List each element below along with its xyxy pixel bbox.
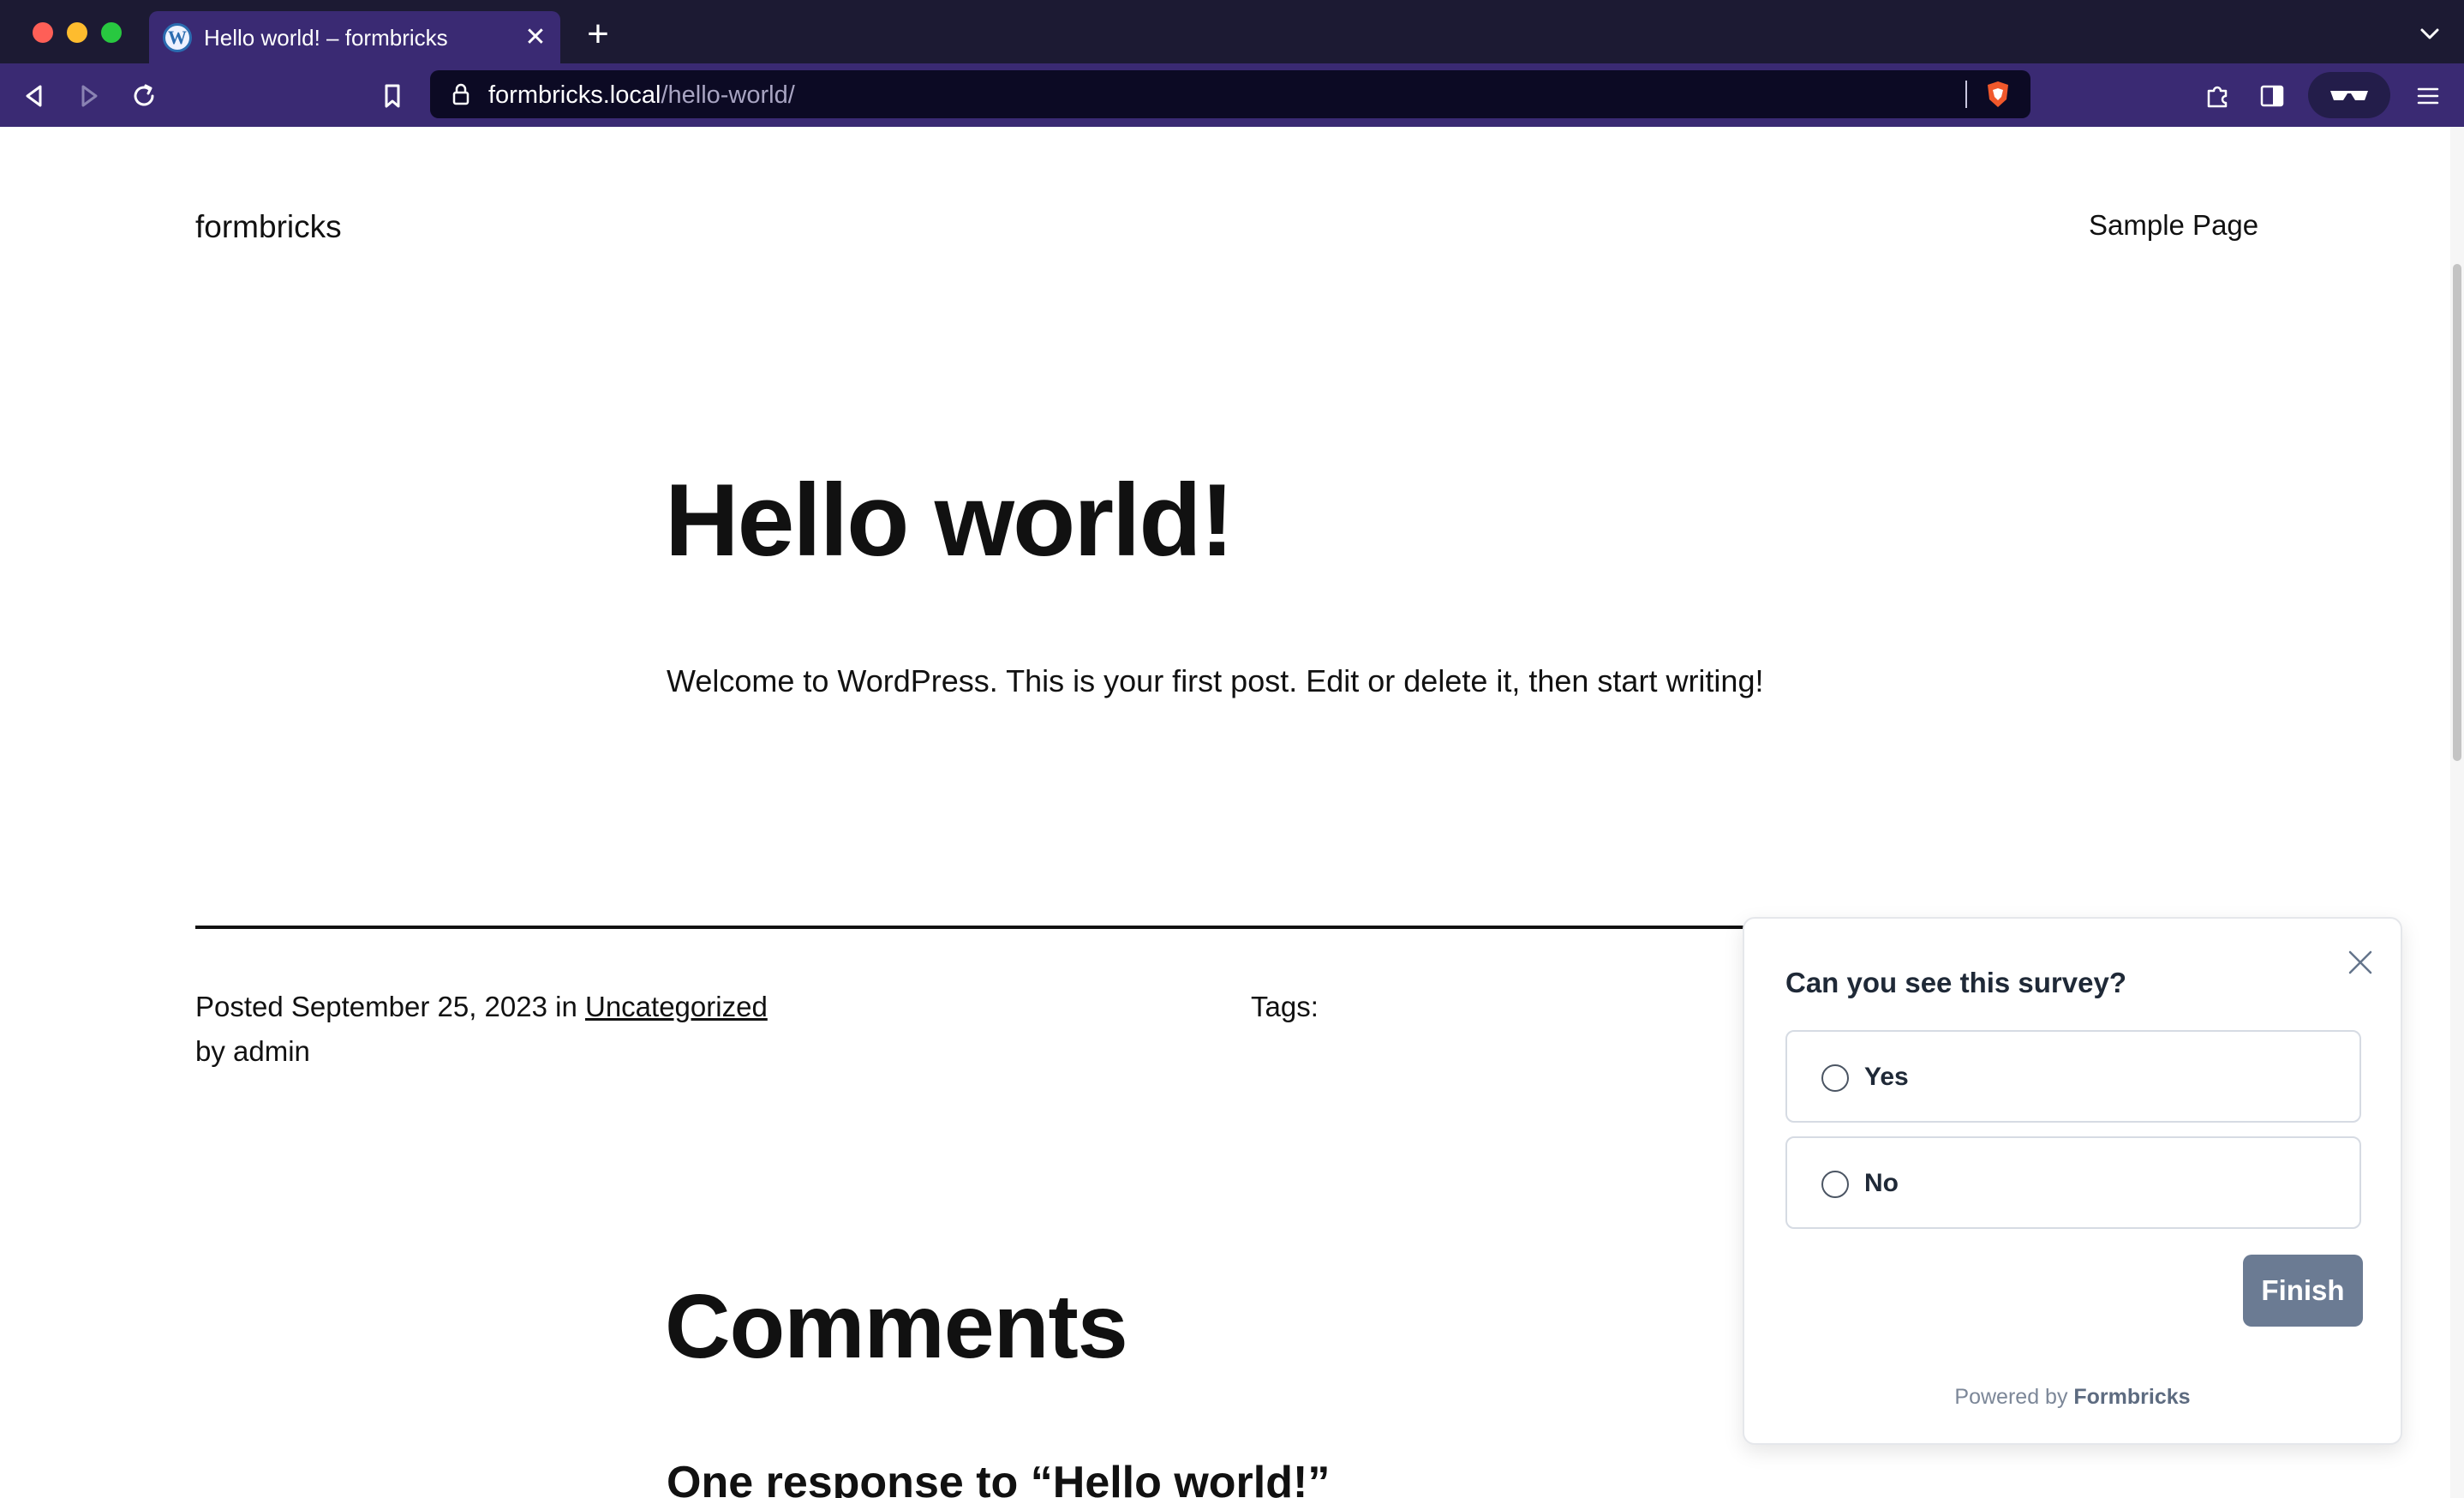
new-tab-button[interactable]: + xyxy=(581,15,615,53)
tab-close-icon[interactable]: ✕ xyxy=(521,23,550,52)
choice-label: No xyxy=(1864,1169,1899,1197)
bookmark-icon[interactable] xyxy=(375,79,410,113)
post-body: Welcome to WordPress. This is your first… xyxy=(667,663,1764,698)
post-meta-posted: Posted September 25, 2023 in Uncategoriz… xyxy=(195,991,768,1023)
back-icon[interactable] xyxy=(17,79,51,113)
survey-choice-no[interactable]: No xyxy=(1785,1136,2361,1229)
reload-icon[interactable] xyxy=(127,79,161,113)
choice-label: Yes xyxy=(1864,1063,1909,1091)
close-window-button[interactable] xyxy=(33,22,53,43)
address-bar-separator xyxy=(1965,81,1967,108)
posted-prefix: Posted xyxy=(195,991,291,1022)
sidebar-toggle-icon[interactable] xyxy=(2255,79,2289,113)
survey-choice-yes[interactable]: Yes xyxy=(1785,1030,2361,1123)
radio-button[interactable] xyxy=(1821,1171,1849,1198)
formbricks-brand-link[interactable]: Formbricks xyxy=(2073,1385,2190,1409)
browser-tab-bar: W Hello world! – formbricks ✕ + xyxy=(0,0,2464,63)
page-scrollbar[interactable] xyxy=(2450,127,2464,1498)
powered-by-prefix: Powered by xyxy=(1954,1385,2074,1409)
lock-icon xyxy=(449,82,473,106)
posted-in: in xyxy=(547,991,585,1022)
tab-list-chevron-icon[interactable] xyxy=(2414,19,2445,50)
comments-heading: Comments xyxy=(665,1276,1128,1377)
response-count-heading: One response to “Hello world!” xyxy=(667,1458,1331,1498)
post-meta-author: by admin xyxy=(195,1035,310,1067)
brave-shields-icon[interactable] xyxy=(1983,79,2013,110)
powered-by-footer: Powered by Formbricks xyxy=(1744,1385,2401,1410)
url-text: formbricks.local/hello-world/ xyxy=(488,81,795,110)
url-path: /hello-world/ xyxy=(661,81,795,109)
nav-link-sample-page[interactable]: Sample Page xyxy=(2089,209,2258,242)
wordpress-favicon-icon: W xyxy=(163,23,192,52)
category-link[interactable]: Uncategorized xyxy=(585,991,768,1022)
profile-button[interactable] xyxy=(2308,72,2390,118)
survey-question: Can you see this survey? xyxy=(1785,967,2126,998)
url-host: formbricks.local xyxy=(488,81,661,109)
minimize-window-button[interactable] xyxy=(67,22,87,43)
extensions-puzzle-icon[interactable] xyxy=(2200,79,2234,113)
tab-hello-world[interactable]: W Hello world! – formbricks ✕ xyxy=(149,11,560,63)
posted-date: September 25, 2023 xyxy=(290,991,547,1022)
radio-button[interactable] xyxy=(1821,1064,1849,1092)
site-title-link[interactable]: formbricks xyxy=(195,209,342,245)
forward-icon[interactable] xyxy=(72,79,106,113)
survey-close-icon[interactable] xyxy=(2346,948,2375,977)
tab-title: Hello world! – formbricks xyxy=(204,25,448,51)
scrollbar-thumb[interactable] xyxy=(2453,264,2461,761)
post-title: Hello world! xyxy=(665,463,1235,578)
address-bar[interactable]: formbricks.local/hello-world/ xyxy=(430,70,2030,118)
browser-toolbar: formbricks.local/hello-world/ xyxy=(0,63,2464,127)
survey-widget: Can you see this survey? Yes No Finish P… xyxy=(1743,917,2402,1445)
finish-button[interactable]: Finish xyxy=(2243,1255,2363,1327)
hamburger-menu-icon[interactable] xyxy=(2411,79,2445,113)
maximize-window-button[interactable] xyxy=(101,22,122,43)
post-meta-tags: Tags: xyxy=(1251,991,1319,1022)
